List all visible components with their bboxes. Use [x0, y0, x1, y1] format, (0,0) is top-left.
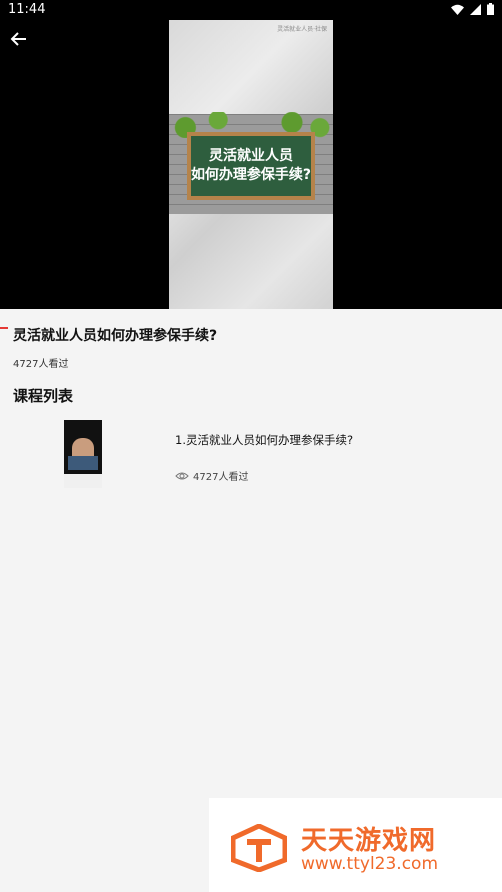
board-line-2: 如何办理参保手续? — [190, 167, 312, 183]
wifi-icon — [451, 4, 464, 15]
video-watermark: 灵活就业人员·社保 — [277, 26, 327, 33]
presenter-shirt — [68, 456, 98, 470]
battery-icon — [487, 3, 494, 15]
progress-indicator — [0, 327, 8, 329]
watermark-url: www.ttyl23.com — [301, 854, 439, 874]
site-logo-icon — [231, 824, 287, 872]
course-item-views-text: 4727人看过 — [193, 472, 249, 483]
video-frame[interactable]: 灵活就业人员·社保 灵活就业人员 如何办理参保手续? — [169, 20, 333, 309]
status-icons — [451, 3, 494, 15]
course-thumbnail[interactable] — [64, 420, 102, 488]
watermark-title: 天天游戏网 — [301, 826, 437, 856]
status-time: 11:44 — [8, 2, 46, 17]
back-arrow-icon[interactable] — [8, 28, 30, 50]
course-list-item[interactable]: 1.灵活就业人员如何办理参保手续? 4727人看过 — [0, 418, 502, 490]
course-item-name[interactable]: 1.灵活就业人员如何办理参保手续? — [175, 432, 353, 448]
course-list-heading: 课程列表 — [13, 387, 74, 405]
status-bar: 11:44 — [0, 0, 502, 20]
eye-icon — [175, 472, 189, 479]
course-view-count: 4727人看过 — [13, 359, 69, 370]
signal-icon — [470, 3, 481, 15]
site-watermark: 天天游戏网 www.ttyl23.com — [209, 798, 502, 892]
board-line-1: 灵活就业人员 — [209, 148, 293, 164]
course-title: 灵活就业人员如何办理参保手续? — [13, 328, 218, 344]
thumbnail-caption-strip — [64, 474, 102, 488]
chalkboard: 灵活就业人员 如何办理参保手续? — [187, 132, 315, 200]
video-player[interactable]: 灵活就业人员·社保 灵活就业人员 如何办理参保手续? — [0, 20, 502, 329]
course-item-views: 4727人看过 — [175, 468, 248, 483]
